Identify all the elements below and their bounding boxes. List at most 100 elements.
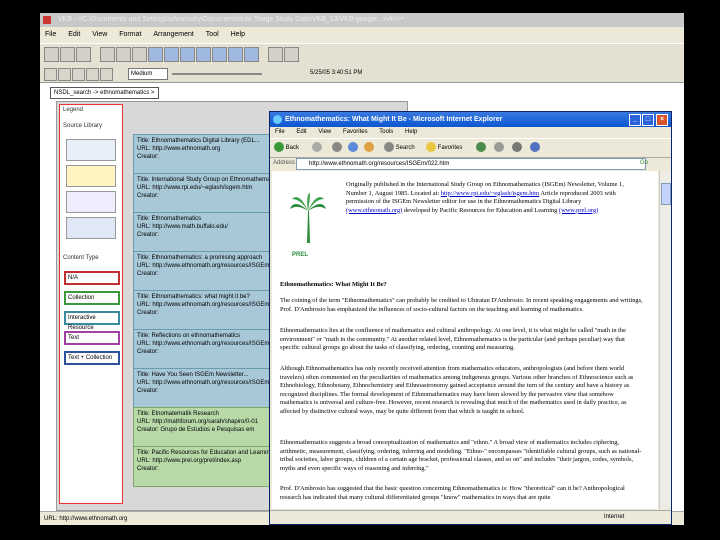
menu-edit[interactable]: Edit <box>68 31 80 38</box>
home-button[interactable] <box>364 142 374 154</box>
content-type-text-collection: Text + Collection <box>64 351 120 365</box>
format-icon[interactable] <box>212 47 227 62</box>
record-creator: Creator: <box>137 154 159 160</box>
publication-link-2[interactable]: (www.ethnomath.org) <box>346 207 402 214</box>
record-card[interactable]: Title: Etnomatematik Research URL: http:/… <box>133 407 273 448</box>
edit-button[interactable] <box>530 142 540 154</box>
copy-icon[interactable] <box>116 47 131 62</box>
publication-note-3: developed by Pacific Resources for Educa… <box>403 206 558 214</box>
vertical-scrollbar[interactable] <box>659 171 671 509</box>
go-button[interactable]: Go <box>640 158 666 168</box>
record-creator: Creator: <box>137 466 159 472</box>
search-button[interactable]: Search <box>384 142 415 154</box>
content-type-text: Text <box>64 331 120 345</box>
paste-icon[interactable] <box>132 47 147 62</box>
ie-title-bar[interactable]: Ethnomathematics: What Might It Be - Mic… <box>270 112 671 127</box>
search-label: Search <box>395 145 415 151</box>
ie-menu-favorites[interactable]: Favorites <box>343 129 368 135</box>
cut-icon[interactable] <box>100 47 115 62</box>
article-paragraph: Although Ethnomathematics has only recen… <box>280 365 634 415</box>
record-title: Title: Ethnomathematics <box>137 216 202 222</box>
close-icon[interactable]: × <box>656 114 668 126</box>
record-card[interactable]: Title: Reflections on ethnomathematics UR… <box>133 329 273 370</box>
menu-tool[interactable]: Tool <box>206 31 219 38</box>
forward-button[interactable] <box>312 142 322 154</box>
breadcrumb[interactable]: NSDL_search -> ethnomathematics > <box>50 87 159 99</box>
record-creator: Creator: <box>137 232 159 238</box>
history-button[interactable] <box>476 142 486 154</box>
ie-menu-bar: File Edit View Favorites Tools Help <box>270 127 671 138</box>
address-bar: Address http://www.ethnomath.org/resourc… <box>270 157 671 170</box>
speed-select[interactable]: Medium <box>128 68 168 80</box>
print-button[interactable] <box>512 142 522 154</box>
vkb-history-toolbar: Medium 5/25/05 3:40:51 PM <box>40 66 684 83</box>
ie-menu-edit[interactable]: Edit <box>296 129 306 135</box>
refresh-button[interactable] <box>348 142 358 154</box>
publication-link-1[interactable]: http://www.rpi.edu/~eglash/isgem.htm <box>441 190 539 197</box>
ie-menu-tools[interactable]: Tools <box>379 129 393 135</box>
ie-menu-file[interactable]: File <box>275 129 285 135</box>
menu-view[interactable]: View <box>92 31 107 38</box>
back-arrow-icon <box>274 142 284 153</box>
open-icon[interactable] <box>60 47 75 62</box>
history-slider[interactable] <box>172 73 262 75</box>
ie-menu-view[interactable]: View <box>318 129 331 135</box>
record-url: URL: http://www.ethnomath.org/resources/… <box>137 380 270 386</box>
record-title: Title: Etnomatematik Research <box>137 411 219 417</box>
ie-status-bar: Internet <box>270 510 671 524</box>
record-card[interactable]: Title: Ethnomathematics: what might it b… <box>133 290 273 331</box>
record-url: URL: http://www.rpi.edu/~eglash/isgem.ht… <box>137 185 253 191</box>
stop-button[interactable] <box>332 142 342 154</box>
menu-format[interactable]: Format <box>119 31 141 38</box>
record-card[interactable]: Title: Ethnomathematics: a promising app… <box>133 251 273 292</box>
publication-link-3[interactable]: (www.prel.org) <box>559 207 598 214</box>
end-icon[interactable] <box>100 68 113 81</box>
stop-icon[interactable] <box>72 68 85 81</box>
maximize-icon[interactable]: □ <box>642 114 654 126</box>
menu-help[interactable]: Help <box>231 31 245 38</box>
record-creator: Creator: <box>137 388 159 394</box>
color-icon[interactable] <box>268 47 283 62</box>
record-card[interactable]: Title: Have You Seen ISGEm Newsletter...… <box>133 368 273 409</box>
ie-window[interactable]: Ethnomathematics: What Might It Be - Mic… <box>269 111 672 525</box>
color-icon[interactable] <box>284 47 299 62</box>
page-content[interactable]: PREL Originally published in the Interna… <box>272 171 658 509</box>
format-icon[interactable] <box>228 47 243 62</box>
format-icon[interactable] <box>244 47 259 62</box>
format-icon[interactable] <box>180 47 195 62</box>
address-input[interactable]: http://www.ethnomath.org/resources/ISGEm… <box>296 158 646 170</box>
prel-logo-text: PREL <box>292 252 309 258</box>
legend-label: Legend <box>63 107 84 113</box>
record-creator: Creator: <box>137 271 159 277</box>
vkb-toolbar <box>40 43 684 67</box>
content-type-na: N/A <box>64 271 120 285</box>
new-icon[interactable] <box>44 47 59 62</box>
rewind-icon[interactable] <box>44 68 57 81</box>
record-creator: Creator: <box>137 349 159 355</box>
record-card[interactable]: Title: Pacific Resources for Education a… <box>133 446 273 487</box>
menu-file[interactable]: File <box>45 31 56 38</box>
minimize-icon[interactable]: _ <box>629 114 641 126</box>
format-icon[interactable] <box>164 47 179 62</box>
menu-arrangement[interactable]: Arrangement <box>153 31 193 38</box>
save-icon[interactable] <box>76 47 91 62</box>
ie-menu-help[interactable]: Help <box>405 129 417 135</box>
content-type-label: Content Type <box>63 255 99 261</box>
forward-icon[interactable] <box>86 68 99 81</box>
favorites-button[interactable]: Favorites <box>426 142 462 154</box>
vkb-title: VKB - <C:\Documents and Settings\al\mcnu… <box>58 16 405 23</box>
play-icon[interactable] <box>58 68 71 81</box>
format-icon[interactable] <box>196 47 211 62</box>
record-card[interactable]: Title: Ethnomathematics Digital Library … <box>133 134 273 175</box>
format-icon[interactable] <box>148 47 163 62</box>
article-paragraph: Ethnomathematics suggests a broad concep… <box>280 439 642 472</box>
back-button[interactable]: Back <box>274 142 299 154</box>
search-icon <box>384 142 394 153</box>
history-icon <box>476 142 486 153</box>
math-forum-logo <box>66 165 116 187</box>
record-card[interactable]: Title: Ethnomathematics URL: http://www.m… <box>133 212 273 253</box>
scrollbar-thumb[interactable] <box>661 183 671 205</box>
mail-button[interactable] <box>494 142 504 154</box>
record-card[interactable]: Title: International Study Group on Ethn… <box>133 173 273 214</box>
ie-title: Ethnomathematics: What Might It Be - Mic… <box>285 116 503 123</box>
